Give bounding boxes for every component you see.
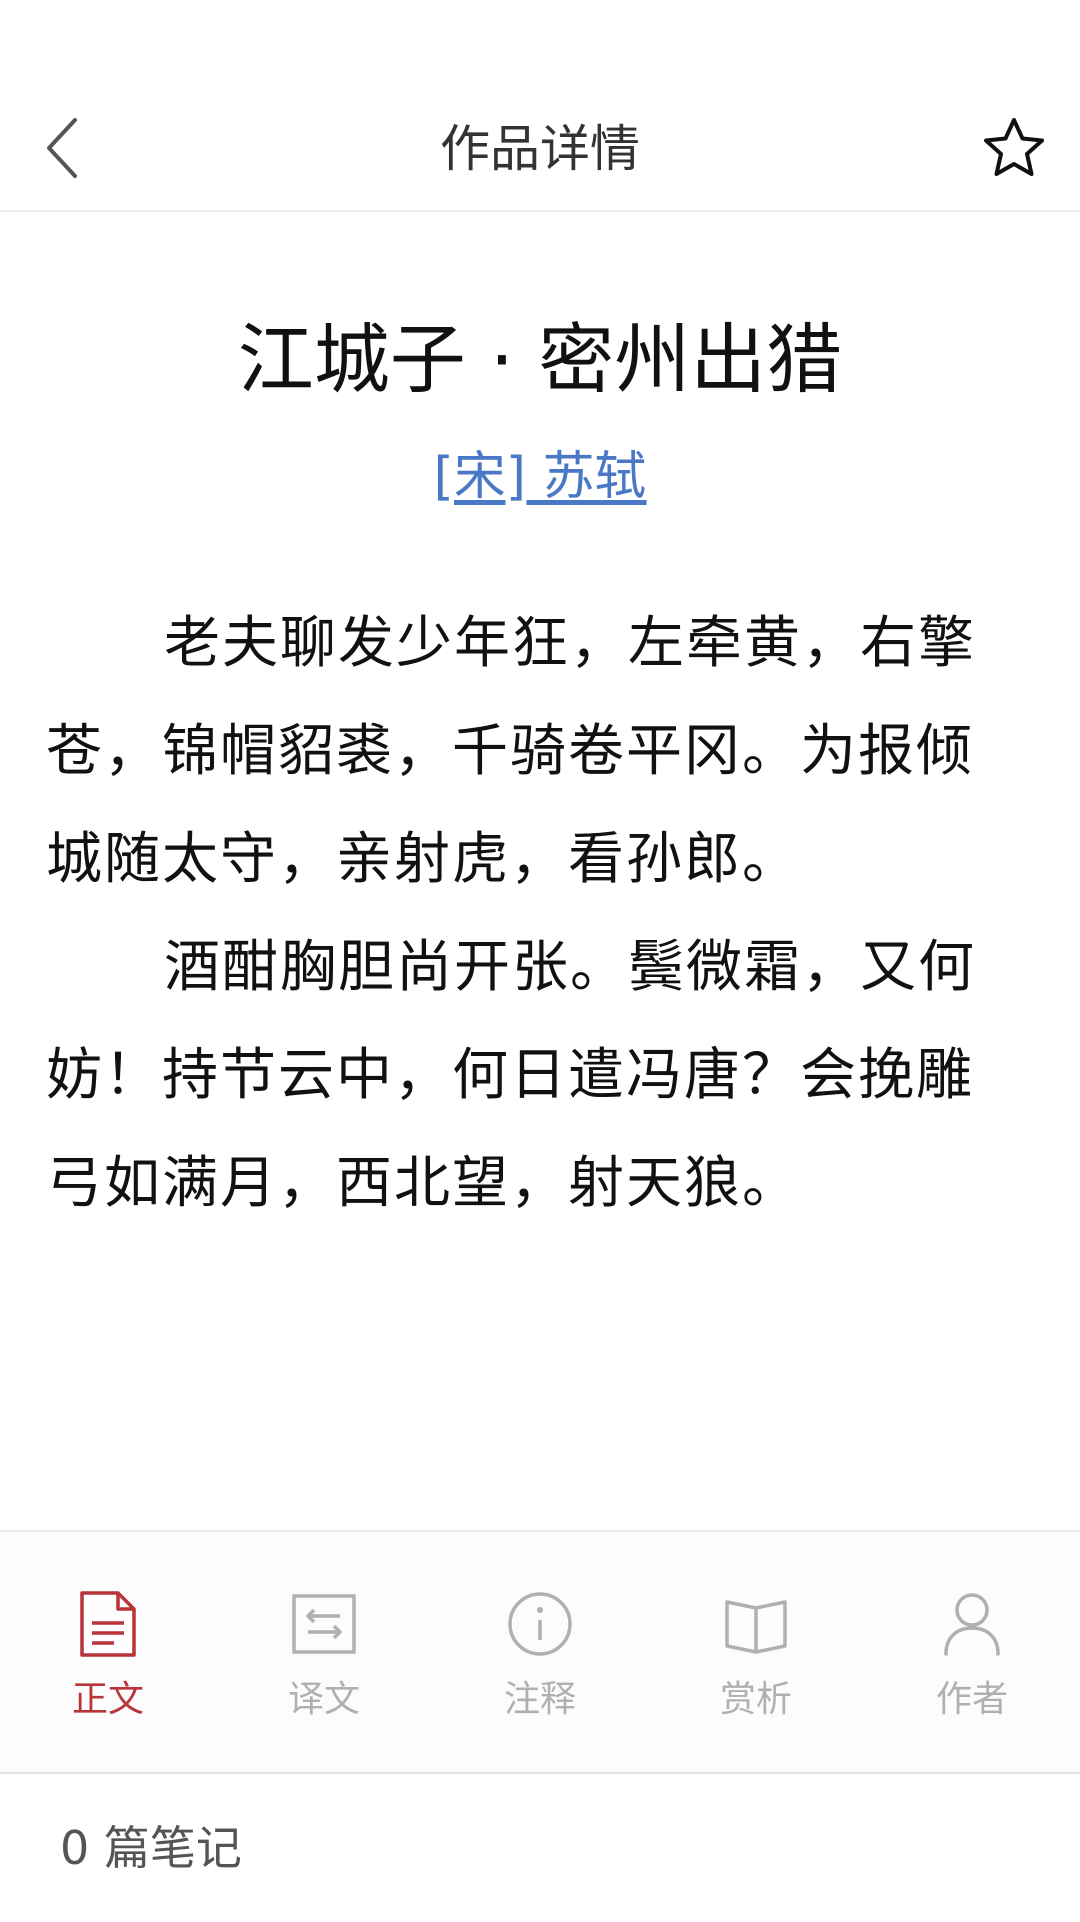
notes-count-button[interactable]: 0 篇笔记 bbox=[60, 1774, 242, 1922]
tab-author[interactable]: 作者 bbox=[864, 1532, 1080, 1772]
document-icon bbox=[72, 1588, 144, 1660]
info-icon bbox=[504, 1588, 576, 1660]
author-link[interactable]: [宋] 苏轼 bbox=[433, 447, 646, 507]
tab-label: 译文 bbox=[287, 1679, 360, 1720]
chevron-left-icon bbox=[47, 118, 77, 178]
tab-translation[interactable]: 译文 bbox=[216, 1532, 432, 1772]
poem-author: [宋] 苏轼 bbox=[0, 442, 1080, 512]
tab-main-text[interactable]: 正文 bbox=[0, 1532, 216, 1772]
tab-label: 正文 bbox=[71, 1679, 144, 1720]
poem-body: 老夫聊发少年狂，左牵黄，右擎苍，锦帽貂裘，千骑卷平冈。为报倾城随太守，亲射虎，看… bbox=[46, 590, 1006, 1238]
status-bar-area bbox=[0, 0, 1080, 88]
user-icon bbox=[936, 1588, 1008, 1660]
tab-label: 注释 bbox=[503, 1679, 576, 1720]
favorite-button[interactable] bbox=[974, 106, 1054, 190]
poem-paragraph: 酒酣胸胆尚开张。鬓微霜，又何妨！持节云中，何日遣冯唐？会挽雕弓如满月，西北望，射… bbox=[46, 935, 976, 1216]
tab-label: 作者 bbox=[935, 1679, 1008, 1720]
star-outline-icon bbox=[984, 118, 1044, 176]
translate-icon bbox=[288, 1588, 360, 1660]
tab-label: 赏析 bbox=[719, 1679, 792, 1720]
bottom-tab-bar: 正文 译文 注释 赏析 作者 bbox=[0, 1530, 1080, 1772]
tab-appreciation[interactable]: 赏析 bbox=[648, 1532, 864, 1772]
top-navigation-bar: 作品详情 bbox=[0, 88, 1080, 212]
poem-title: 江城子 · 密州出猎 bbox=[237, 315, 843, 404]
page-title: 作品详情 bbox=[440, 120, 640, 178]
notes-bar: 0 篇笔记 bbox=[0, 1772, 1080, 1922]
tab-annotation[interactable]: 注释 bbox=[432, 1532, 648, 1772]
back-button[interactable] bbox=[28, 108, 98, 188]
open-book-icon bbox=[720, 1588, 792, 1660]
poem-paragraph: 老夫聊发少年狂，左牵黄，右擎苍，锦帽貂裘，千骑卷平冈。为报倾城随太守，亲射虎，看… bbox=[46, 611, 976, 892]
